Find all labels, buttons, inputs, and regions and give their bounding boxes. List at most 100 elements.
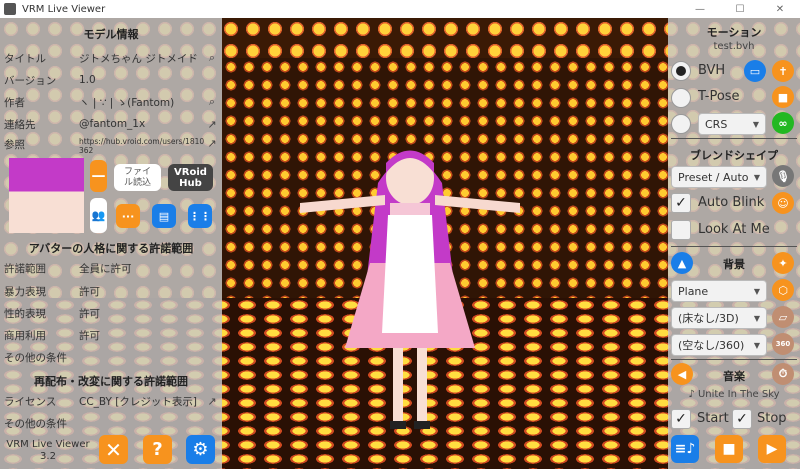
info-key: 連絡先: [4, 118, 36, 131]
persona-key: 暴力表現: [4, 285, 46, 298]
background-select-value: Plane: [678, 284, 709, 298]
help-icon[interactable]: ?: [143, 435, 172, 464]
persona-row: 許諾範囲 全員に許可: [4, 260, 218, 276]
persona-value: 全員に許可: [79, 262, 132, 275]
vroid-hub-button[interactable]: VRoid Hub: [168, 164, 213, 191]
grid-apps-icon[interactable]: ⋮⋮: [188, 204, 212, 228]
info-key: タイトル: [4, 52, 46, 65]
close-icon[interactable]: ✕: [99, 435, 128, 464]
sky-select[interactable]: (空なし/360) ▼: [671, 334, 767, 356]
persona-key: 性的表現: [4, 307, 46, 320]
auto-blink-label: Auto Blink: [698, 195, 765, 210]
persona-key: 商用利用: [4, 329, 46, 342]
folder-icon[interactable]: ▭: [744, 60, 766, 82]
model-info-panel: モデル情報 タイトル ジトメちゃん ジトメイド ⌕ バージョン 1.0 作者 ヽ | ∵…: [0, 18, 222, 469]
stop-icon[interactable]: ■: [715, 435, 743, 463]
chevron-down-icon: ▼: [753, 286, 760, 296]
file-load-button[interactable]: ファイル読込: [114, 164, 161, 191]
info-value: ヽ | ∵ | ゝ(Fantom): [79, 96, 175, 109]
app-name: VRM Live Viewer: [6, 439, 90, 450]
license-key: ライセンス: [4, 395, 57, 408]
app-version: 3.2: [40, 451, 56, 462]
play-icon[interactable]: ▶: [758, 435, 786, 463]
divider: [671, 359, 797, 360]
microphone-off-icon[interactable]: 🎙: [772, 165, 794, 187]
start-label: Start: [697, 411, 729, 426]
link-icon[interactable]: ∞: [772, 112, 794, 134]
external-link-icon[interactable]: ↗: [206, 118, 218, 131]
title-bar: VRM Live Viewer — ☐ ✕: [0, 0, 800, 18]
tpose-radio[interactable]: [671, 88, 691, 108]
playlist-icon[interactable]: ≡♪: [671, 435, 699, 463]
info-row-reference: 参照 https://hub.vroid.com/users/1810362 ↗: [4, 137, 218, 159]
crs-radio[interactable]: [671, 114, 691, 134]
timer-icon[interactable]: ⏱: [772, 363, 794, 385]
more-button[interactable]: ···: [116, 204, 140, 228]
app-info: VRM Live Viewer 3.2: [6, 439, 90, 463]
minimize-button[interactable]: —: [680, 4, 720, 15]
360-rotate-icon[interactable]: 360: [772, 333, 794, 355]
users-icon[interactable]: 👥: [90, 198, 107, 233]
minimize-panel-button[interactable]: —: [90, 160, 107, 192]
persona-value: 許可: [79, 285, 100, 298]
other-conditions-row: その他の条件: [4, 415, 218, 431]
crs-select-value: CRS: [705, 117, 728, 131]
bvh-radio[interactable]: [671, 61, 691, 81]
app-icon: [4, 3, 16, 15]
info-key: 参照: [4, 139, 25, 151]
auto-blink-checkbox[interactable]: ✓: [671, 193, 691, 213]
look-at-me-label: Look At Me: [698, 222, 770, 237]
sky-select-value: (空なし/360): [678, 339, 745, 352]
persona-row: 商用利用 許可: [4, 327, 218, 343]
persona-key: その他の条件: [4, 351, 67, 364]
persona-value: 許可: [79, 329, 100, 342]
control-panel: モーション test.bvh BVH ▭ ✝ T-Pose ■ CRS ▼ ∞ ブ…: [668, 18, 800, 469]
vrm-avatar: [300, 150, 520, 429]
close-button[interactable]: ✕: [760, 4, 800, 15]
info-key: 作者: [4, 96, 25, 109]
info-row-contact: 連絡先 @fantom_1x ↗: [4, 116, 218, 132]
sparkle-icon[interactable]: ✦: [772, 252, 794, 274]
license-row: ライセンス CC_BY [クレジット表示] ↗: [4, 393, 218, 409]
persona-value: 許可: [79, 307, 100, 320]
blendshape-select[interactable]: Preset / Auto ▼: [671, 166, 767, 188]
look-at-me-checkbox[interactable]: [671, 220, 691, 240]
search-icon[interactable]: ⌕: [206, 51, 218, 65]
crs-select[interactable]: CRS ▼: [698, 113, 766, 135]
music-track: ♪ Unite In The Sky: [688, 389, 780, 400]
external-link-icon[interactable]: ↗: [206, 395, 218, 408]
chevron-down-icon: ▼: [753, 172, 760, 182]
start-checkbox[interactable]: ✓: [671, 409, 691, 429]
stop-label: Stop: [757, 411, 787, 426]
document-list-icon[interactable]: ▤: [152, 204, 176, 228]
plane-icon[interactable]: ▱: [772, 306, 794, 328]
persona-header: アバターの人格に関する許諾範囲: [28, 242, 194, 255]
window-title: VRM Live Viewer: [22, 3, 106, 15]
info-key: バージョン: [4, 74, 57, 87]
external-link-icon[interactable]: ↗: [206, 137, 218, 150]
info-value: 1.0: [79, 74, 96, 86]
divider: [671, 246, 797, 247]
search-icon[interactable]: ⌕: [206, 95, 218, 109]
smiley-icon[interactable]: ☺: [772, 192, 794, 214]
info-row-version: バージョン 1.0: [4, 72, 218, 88]
info-value: https://hub.vroid.com/users/1810362: [79, 137, 205, 155]
maximize-button[interactable]: ☐: [720, 4, 760, 15]
persona-key: 許諾範囲: [4, 262, 46, 275]
person-pose-icon[interactable]: ✝: [772, 60, 794, 82]
model-info-header: モデル情報: [83, 28, 139, 41]
redistribution-header: 再配布・改変に関する許諾範囲: [34, 375, 188, 388]
chevron-down-icon: ▼: [753, 313, 760, 323]
settings-gear-icon[interactable]: ⚙: [186, 435, 215, 464]
camera-icon[interactable]: ■: [772, 86, 794, 108]
info-value: ジトメちゃん ジトメイド: [79, 52, 198, 65]
cube-icon[interactable]: ⬡: [772, 279, 794, 301]
bvh-label: BVH: [698, 63, 726, 78]
stop-checkbox[interactable]: ✓: [732, 409, 752, 429]
license-value: CC_BY [クレジット表示]: [79, 395, 197, 408]
background-select[interactable]: Plane ▼: [671, 280, 767, 302]
floor-select-value: (床なし/3D): [678, 312, 739, 325]
floor-select[interactable]: (床なし/3D) ▼: [671, 307, 767, 329]
blendshape-header: ブレンドシェイプ: [690, 149, 778, 162]
avatar-thumbnail: [9, 158, 84, 233]
